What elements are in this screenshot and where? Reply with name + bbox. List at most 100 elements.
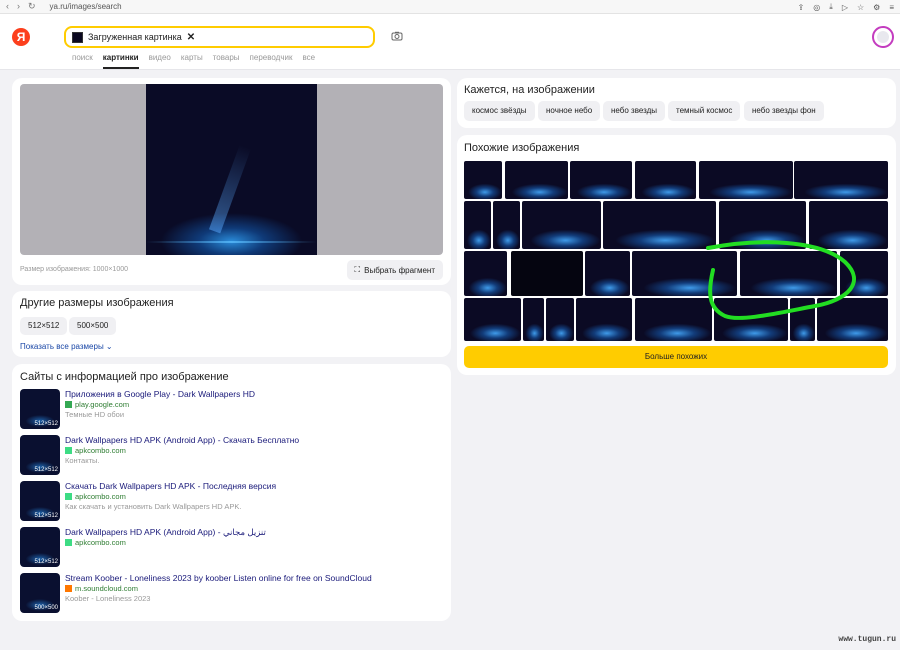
back-icon[interactable]: ‹ [6, 1, 9, 12]
tag-chip[interactable]: небо звезды [603, 101, 666, 121]
similar-image-thumb[interactable] [790, 298, 815, 341]
site-result[interactable]: 512×512 Dark Wallpapers HD APK (Android A… [20, 435, 440, 475]
similar-image-thumb[interactable] [464, 161, 502, 199]
site-domain-label: apkcombo.com [75, 446, 126, 455]
similar-image-thumb[interactable] [511, 251, 583, 296]
image-size-label: Размер изображения: 1000×1000 [20, 266, 128, 273]
favicon-icon [65, 447, 72, 454]
similar-image-thumb[interactable] [809, 201, 888, 249]
tag-chip[interactable]: космос звёзды [464, 101, 535, 121]
tab-products[interactable]: товары [213, 53, 240, 66]
site-result[interactable]: 512×512 Скачать Dark Wallpapers HD APK - … [20, 481, 440, 521]
settings-icon[interactable]: ⚙ [873, 3, 880, 12]
site-result[interactable]: 512×512 Dark Wallpapers HD APK (Android A… [20, 527, 440, 567]
similar-image-thumb[interactable] [740, 251, 837, 296]
tab-all[interactable]: все [302, 53, 315, 66]
similar-image-thumb[interactable] [585, 251, 630, 296]
site-domain[interactable]: apkcombo.com [65, 538, 126, 547]
similar-image-thumb[interactable] [505, 161, 568, 199]
similar-image-thumb[interactable] [464, 201, 491, 249]
site-thumbnail[interactable]: 500×500 [20, 573, 60, 613]
select-fragment-button[interactable]: ⛶ Выбрать фрагмент [346, 260, 443, 280]
search-chip-label: Загруженная картинка [88, 32, 182, 42]
seems-card: Кажется, на изображении космос звёзды но… [457, 78, 896, 128]
tab-video[interactable]: видео [149, 53, 171, 66]
close-icon[interactable]: ✕ [187, 32, 195, 43]
similar-image-thumb[interactable] [523, 298, 544, 341]
similar-image-thumb[interactable] [603, 201, 716, 249]
show-all-sizes-link[interactable]: Показать все размеры ⌄ [20, 342, 113, 351]
screenshot-icon[interactable]: ◎ [813, 3, 820, 12]
size-chip[interactable]: 500×500 [69, 317, 117, 335]
tab-translator[interactable]: переводчик [250, 53, 293, 66]
site-title-link[interactable]: Dark Wallpapers HD APK (Android App) - С… [65, 435, 299, 445]
site-description: Контакты. [65, 456, 100, 465]
tag-chip[interactable]: темный космос [668, 101, 741, 121]
tag-chip[interactable]: небо звезды фон [744, 101, 824, 121]
site-thumb-size: 512×512 [34, 559, 58, 565]
similar-image-thumb[interactable] [493, 201, 520, 249]
similar-image-thumb[interactable] [714, 298, 788, 341]
tab-search[interactable]: поиск [72, 53, 93, 66]
similar-image-thumb[interactable] [635, 298, 712, 341]
similar-image-thumb[interactable] [464, 251, 507, 296]
site-title-link[interactable]: Dark Wallpapers HD APK (Android App) - ت… [65, 527, 266, 538]
site-title-link[interactable]: Stream Koober - Loneliness 2023 by koobe… [65, 573, 372, 583]
size-chip[interactable]: 512×512 [20, 317, 68, 335]
sites-title: Сайты с информацией про изображение [20, 371, 229, 383]
more-similar-button[interactable]: Больше похожих [464, 346, 888, 368]
similar-image-thumb[interactable] [522, 201, 601, 249]
site-thumbnail[interactable]: 512×512 [20, 389, 60, 429]
site-domain[interactable]: play.google.com [65, 400, 129, 409]
menu-icon[interactable]: ≡ [889, 3, 894, 12]
similar-image-thumb[interactable] [576, 298, 632, 341]
site-title-link[interactable]: Скачать Dark Wallpapers HD APK - Последн… [65, 481, 276, 491]
other-sizes-title: Другие размеры изображения [20, 297, 174, 309]
browser-toolbar: ‹ › ↻ ya.ru/images/search ⇪ ◎ ⤓ ▷ ☆ ⚙ ≡ [0, 0, 900, 14]
site-domain[interactable]: m.soundcloud.com [65, 584, 138, 593]
site-result[interactable]: 512×512 Приложения в Google Play - Dark W… [20, 389, 440, 429]
share-icon[interactable]: ⇪ [798, 3, 805, 12]
similar-images-card: Похожие изображения Больше похожих [457, 135, 896, 375]
reload-icon[interactable]: ↻ [28, 1, 36, 12]
site-domain[interactable]: apkcombo.com [65, 446, 126, 455]
similar-image-thumb[interactable] [570, 161, 632, 199]
similar-image-thumb[interactable] [840, 251, 888, 296]
play-icon[interactable]: ▷ [842, 3, 848, 12]
site-domain[interactable]: apkcombo.com [65, 492, 126, 501]
site-thumbnail[interactable]: 512×512 [20, 435, 60, 475]
site-thumbnail[interactable]: 512×512 [20, 481, 60, 521]
similar-image-thumb[interactable] [699, 161, 793, 199]
tab-maps[interactable]: карты [181, 53, 203, 66]
address-bar[interactable]: ya.ru/images/search [50, 2, 122, 11]
favicon-icon [65, 539, 72, 546]
site-domain-label: m.soundcloud.com [75, 584, 138, 593]
similar-image-thumb[interactable] [546, 298, 574, 341]
site-result[interactable]: 500×500 Stream Koober - Loneliness 2023 b… [20, 573, 440, 613]
image-preview[interactable] [20, 84, 443, 255]
similar-image-thumb[interactable] [635, 161, 696, 199]
tag-chip[interactable]: ночное небо [538, 101, 601, 121]
bookmark-icon[interactable]: ☆ [857, 3, 864, 12]
yandex-logo[interactable]: Я [12, 28, 30, 46]
site-title-link[interactable]: Приложения в Google Play - Dark Wallpape… [65, 389, 255, 399]
site-thumb-size: 500×500 [34, 605, 58, 611]
site-description: Как скачать и установить Dark Wallpapers… [65, 502, 242, 511]
forward-icon[interactable]: › [17, 1, 20, 12]
similar-image-thumb[interactable] [464, 298, 521, 341]
similar-image-thumb[interactable] [817, 298, 888, 341]
crop-icon: ⛶ [354, 265, 361, 274]
search-header: Я Загруженная картинка ✕ поиск картинки … [0, 14, 900, 70]
tab-images[interactable]: картинки [102, 53, 139, 69]
similar-image-thumb[interactable] [632, 251, 737, 296]
site-thumb-size: 512×512 [34, 513, 58, 519]
similar-image-thumb[interactable] [794, 161, 888, 199]
similar-image-thumb[interactable] [719, 201, 806, 249]
avatar[interactable] [872, 26, 894, 48]
search-input[interactable]: Загруженная картинка ✕ [64, 26, 375, 48]
site-domain-label: apkcombo.com [75, 538, 126, 547]
camera-icon[interactable] [391, 30, 403, 42]
select-fragment-label: Выбрать фрагмент [364, 265, 435, 275]
site-thumbnail[interactable]: 512×512 [20, 527, 60, 567]
download-icon[interactable]: ⤓ [829, 2, 833, 12]
